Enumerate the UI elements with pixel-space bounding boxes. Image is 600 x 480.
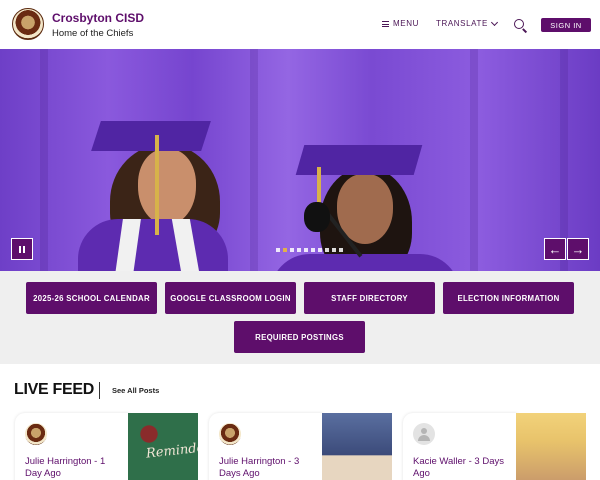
slide-dot[interactable]: [283, 248, 287, 252]
menu-label: MENU: [393, 19, 419, 28]
slide-dot[interactable]: [311, 248, 315, 252]
menu-button[interactable]: MENU: [382, 19, 419, 28]
see-all-posts-link[interactable]: See All Posts: [112, 386, 159, 395]
graduation-cap: [295, 145, 423, 175]
hamburger-icon: [382, 20, 389, 27]
author-avatar: [219, 423, 241, 445]
quick-link-google-classroom[interactable]: GOOGLE CLASSROOM LOGIN: [165, 282, 296, 314]
slide-dot[interactable]: [325, 248, 329, 252]
quick-link-staff-directory[interactable]: STAFF DIRECTORY: [304, 282, 435, 314]
cap-tassel: [155, 135, 159, 235]
slide-indicators: [276, 248, 343, 252]
graduate-gown: [270, 254, 460, 271]
curtain-fold: [40, 49, 48, 271]
chevron-down-icon: [490, 18, 498, 26]
slide-dot[interactable]: [304, 248, 308, 252]
quick-link-required-postings[interactable]: REQUIRED POSTINGS: [234, 321, 365, 353]
microphone: [304, 202, 330, 232]
district-logo[interactable]: [12, 8, 44, 40]
pause-slideshow-button[interactable]: [11, 238, 33, 260]
graduate-face: [138, 149, 196, 225]
user-icon: [413, 423, 435, 445]
slide-dot[interactable]: [276, 248, 280, 252]
quick-link-election-information[interactable]: ELECTION INFORMATION: [443, 282, 574, 314]
post-author: Julie Harrington - 3 Days Ago: [219, 456, 300, 479]
pause-icon: [19, 245, 21, 253]
previous-slide-button[interactable]: ←: [544, 238, 566, 260]
post-author: Kacie Waller - 3 Days Ago: [413, 456, 504, 479]
slide-dot[interactable]: [290, 248, 294, 252]
feed-post-card[interactable]: Julie Harrington - 3 Days Ago: [209, 413, 323, 480]
slide-dot[interactable]: [318, 248, 322, 252]
post-image[interactable]: [516, 413, 586, 480]
curtain-fold: [470, 49, 478, 271]
divider: [99, 382, 100, 399]
post-image[interactable]: [322, 413, 392, 480]
graduation-cap: [91, 121, 211, 151]
author-avatar: [25, 423, 47, 445]
site-subtitle: Home of the Chiefs: [52, 28, 134, 39]
site-header: Crosbyton CISD Home of the Chiefs MENU T…: [0, 0, 600, 49]
site-title[interactable]: Crosbyton CISD: [52, 11, 144, 25]
pause-icon: [23, 245, 25, 253]
post-image-text: Reminder:: [145, 439, 198, 462]
quick-link-school-calendar[interactable]: 2025-26 SCHOOL CALENDAR: [26, 282, 157, 314]
live-feed-title: LIVE FEED: [14, 381, 94, 398]
slide-dot[interactable]: [332, 248, 336, 252]
next-slide-button[interactable]: →: [567, 238, 589, 260]
curtain-fold: [250, 49, 258, 271]
search-icon[interactable]: [514, 19, 524, 29]
graduate-gown: [78, 219, 228, 271]
translate-label: TRANSLATE: [436, 19, 488, 28]
translate-button[interactable]: TRANSLATE: [436, 18, 498, 28]
feed-post-card[interactable]: Kacie Waller - 3 Days Ago: [403, 413, 517, 480]
sign-in-button[interactable]: SIGN IN: [541, 18, 591, 32]
feed-post-card[interactable]: Julie Harrington - 1 Day Ago: [15, 413, 129, 480]
hero-slideshow: [0, 49, 600, 271]
slide-dot[interactable]: [339, 248, 343, 252]
post-image[interactable]: Reminder:: [128, 413, 198, 480]
post-author: Julie Harrington - 1 Day Ago: [25, 456, 106, 479]
slide-dot[interactable]: [297, 248, 301, 252]
